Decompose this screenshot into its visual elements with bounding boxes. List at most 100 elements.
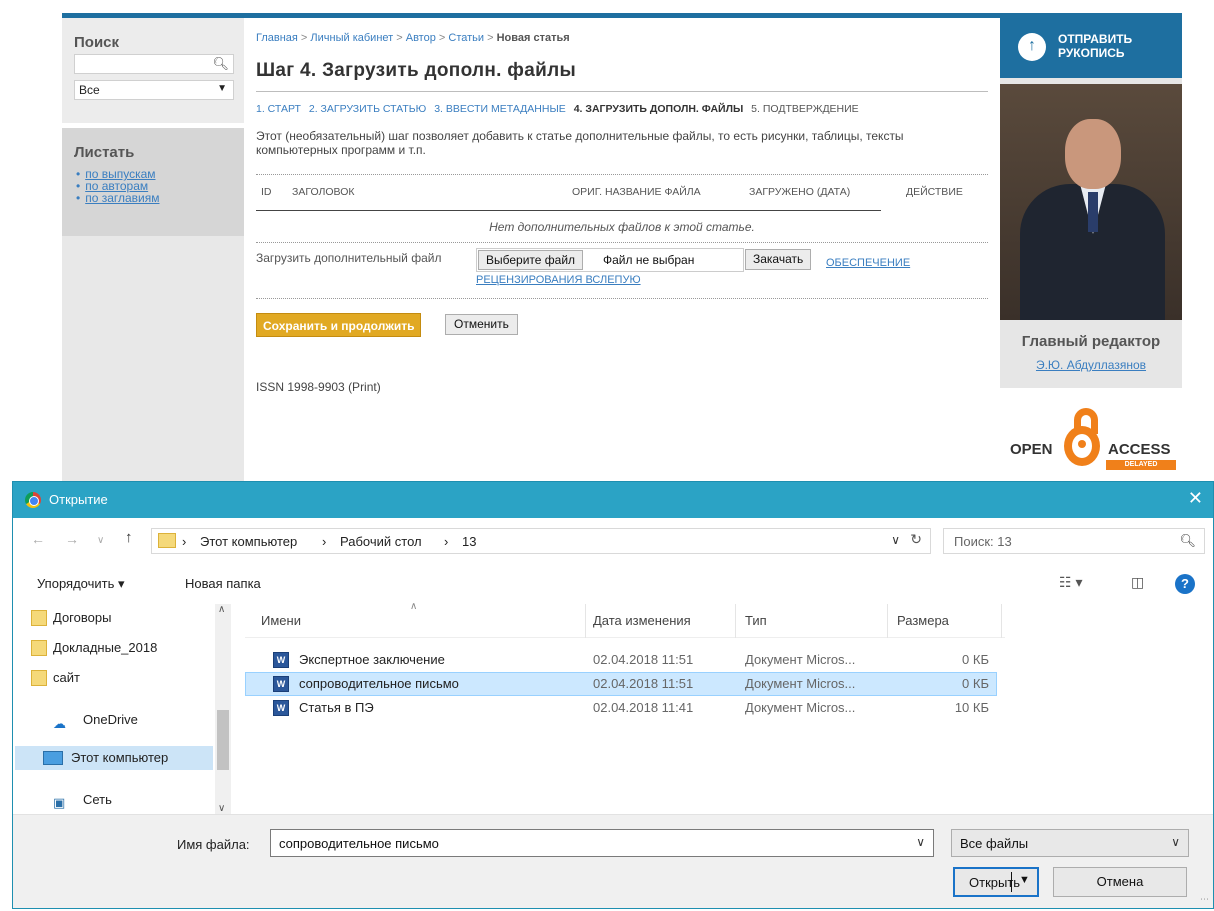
submit-manuscript-button[interactable]: ↑ ОТПРАВИТЬ РУКОПИСЬ [1000,18,1182,78]
search-title: Поиск [74,34,120,51]
breadcrumb-cabinet[interactable]: Личный кабинет [310,32,393,44]
breadcrumb-author[interactable]: Автор [406,32,436,44]
col-size[interactable]: Размера [897,613,949,628]
step-4-current: 4. ЗАГРУЗИТЬ ДОПОЛН. ФАЙЛЫ [573,103,744,115]
chevron-down-icon[interactable]: ∨ [891,533,900,547]
view-options-icon[interactable]: ☷ ▾ [1059,574,1082,591]
step-description: Этот (необязательный) шаг позволяет доба… [256,129,904,157]
submit-manuscript-label: ОТПРАВИТЬ РУКОПИСЬ [1058,32,1133,60]
path-sep: › [444,534,449,549]
breadcrumb-home[interactable]: Главная [256,32,298,44]
file-type-filter[interactable]: Все файлы ∨ [951,829,1189,857]
browse-link-titles[interactable]: по заглавиям [76,191,159,205]
nav-label: Договоры [53,610,112,625]
path-desktop[interactable]: Рабочий стол [340,534,422,549]
dialog-cancel-button[interactable]: Отмена [1053,867,1187,897]
empty-table-message: Нет дополнительных файлов к этой статье. [489,220,755,234]
file-list: ∧ Имени Дата изменения Тип Размера W Экс… [245,601,1213,814]
file-row[interactable]: W Статья в ПЭ 02.04.2018 11:41 Документ … [245,696,997,720]
close-icon[interactable]: ✕ [1188,488,1203,509]
col-type[interactable]: Тип [745,613,767,628]
chrome-icon [25,492,41,508]
scroll-down-icon[interactable]: ∨ [218,803,225,814]
nav-this-pc[interactable]: Этот компьютер [15,746,213,770]
path-sep: › [182,534,187,549]
file-row[interactable]: W Экспертное заключение 02.04.2018 11:51… [245,648,997,672]
column-separator[interactable] [887,604,888,638]
save-continue-button[interactable]: Сохранить и продолжить [256,313,422,337]
open-button[interactable]: Открыть ▼ [953,867,1039,897]
open-lock-icon [1064,426,1100,466]
col-name[interactable]: Имени [261,613,301,628]
file-name: Статья в ПЭ [299,700,374,715]
column-separator[interactable] [585,604,586,638]
column-separator[interactable] [1001,604,1002,638]
preview-pane-icon[interactable]: ◫ [1131,574,1144,591]
breadcrumb-current: Новая статья [496,32,570,44]
col-action: ДЕЙСТВИЕ [906,186,963,198]
issn: ISSN 1998-9903 (Print) [256,380,381,394]
no-file-chosen: Файл не выбран [603,253,695,267]
dialog-titlebar[interactable]: Открытие ✕ [13,482,1213,518]
file-date: 02.04.2018 11:51 [593,652,694,667]
chevron-down-icon: ∨ [1171,835,1180,849]
upload-button[interactable]: Закачать [745,249,812,270]
file-chooser[interactable]: Выберите файл Файл не выбран [476,248,744,272]
computer-icon [43,751,63,765]
nav-folder-site[interactable]: сайт [31,666,223,690]
step-1[interactable]: 1. СТАРТ [256,103,301,115]
navigation-pane: Договоры Докладные_2018 сайт ☁ OneDrive … [13,604,231,814]
browse-link-titles-text[interactable]: по заглавиям [85,191,159,205]
search-input[interactable]: 🔍︎ [74,54,234,74]
recent-chevron-icon[interactable]: ∨ [97,535,104,546]
open-access-logo: OPEN ACCESS DELAYED [1000,388,1182,488]
dialog-search-input[interactable]: Поиск: 13 🔍︎ [943,528,1205,554]
file-type: Документ Micros... [745,652,856,667]
dialog-toolbar: Упорядочить ▾ Новая папка ☷ ▾ ◫ ? [13,564,1213,604]
title-divider [256,91,988,92]
file-row-selected[interactable]: W сопроводительное письмо 02.04.2018 11:… [245,672,997,696]
file-size: 10 КБ [954,700,989,715]
left-sidebar: Поиск 🔍︎ Все ▼ Листать по выпускам по ав… [62,18,244,488]
help-icon[interactable]: ? [1175,574,1195,594]
refresh-icon[interactable]: ↻ [910,531,922,548]
right-sidebar: ↑ ОТПРАВИТЬ РУКОПИСЬ Главный редактор Э.… [1000,18,1182,488]
col-date[interactable]: Дата изменения [593,613,691,628]
word-doc-icon: W [273,652,289,668]
scrollbar-thumb[interactable] [217,710,229,770]
file-type: Документ Micros... [745,700,856,715]
filename-input[interactable]: сопроводительное письмо ∨ [270,829,934,857]
search-scope-select[interactable]: Все ▼ [74,80,234,100]
step-3[interactable]: 3. ВВЕСТИ МЕТАДАННЫЕ [434,103,566,115]
resize-grip-icon[interactable]: ⋯ [1200,894,1209,905]
search-icon[interactable]: 🔍︎ [212,56,229,72]
path-this-pc[interactable]: Этот компьютер [200,534,297,549]
choose-file-button[interactable]: Выберите файл [478,250,584,270]
chevron-down-icon: ▼ [217,83,227,94]
nav-folder-reports[interactable]: Докладные_2018 [31,636,223,660]
editor-name-link[interactable]: Э.Ю. Абдуллазянов [1000,358,1182,372]
back-arrow-icon[interactable]: ← [31,531,45,547]
file-date: 02.04.2018 11:51 [593,676,694,691]
address-bar[interactable]: › Этот компьютер › Рабочий стол › 13 ∨ ↻ [151,528,931,554]
forward-arrow-icon[interactable]: → [65,531,79,547]
dialog-title: Открытие [49,492,108,507]
cancel-button[interactable]: Отменить [445,314,518,335]
header-underline [256,210,881,211]
main-content: Главная > Личный кабинет > Автор > Стать… [256,18,991,488]
open-word: OPEN [1010,441,1053,458]
up-arrow-icon[interactable]: ↑ [125,529,133,546]
new-folder-button[interactable]: Новая папка [185,576,261,591]
file-list-header: ∧ Имени Дата изменения Тип Размера [245,601,1005,638]
split-dropdown-icon[interactable]: ▼ [1019,874,1030,886]
step-2[interactable]: 2. ЗАГРУЗИТЬ СТАТЬЮ [309,103,426,115]
browse-title: Листать [74,144,135,161]
path-folder-13[interactable]: 13 [462,534,476,549]
column-separator[interactable] [735,604,736,638]
organize-menu[interactable]: Упорядочить ▾ [37,576,125,592]
scroll-up-icon[interactable]: ∧ [218,604,225,615]
nav-pane-scrollbar[interactable]: ∧ ∨ [215,604,231,814]
breadcrumb-articles[interactable]: Статьи [448,32,484,44]
nav-folder-contracts[interactable]: Договоры [31,606,223,630]
chevron-down-icon[interactable]: ∨ [916,835,925,849]
